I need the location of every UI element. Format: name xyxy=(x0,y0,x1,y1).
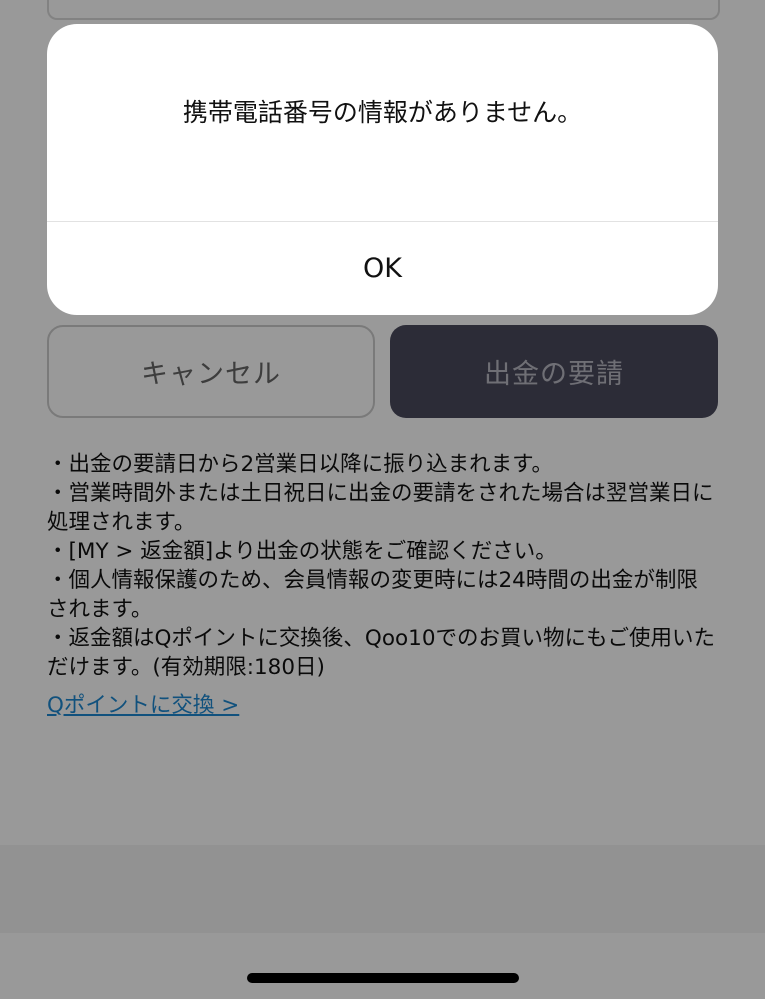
home-indicator[interactable] xyxy=(247,973,519,983)
ok-button[interactable]: OK xyxy=(47,222,718,315)
alert-message: 携帯電話番号の情報がありません。 xyxy=(182,98,583,127)
alert-dialog: 携帯電話番号の情報がありません。 OK xyxy=(47,24,718,315)
